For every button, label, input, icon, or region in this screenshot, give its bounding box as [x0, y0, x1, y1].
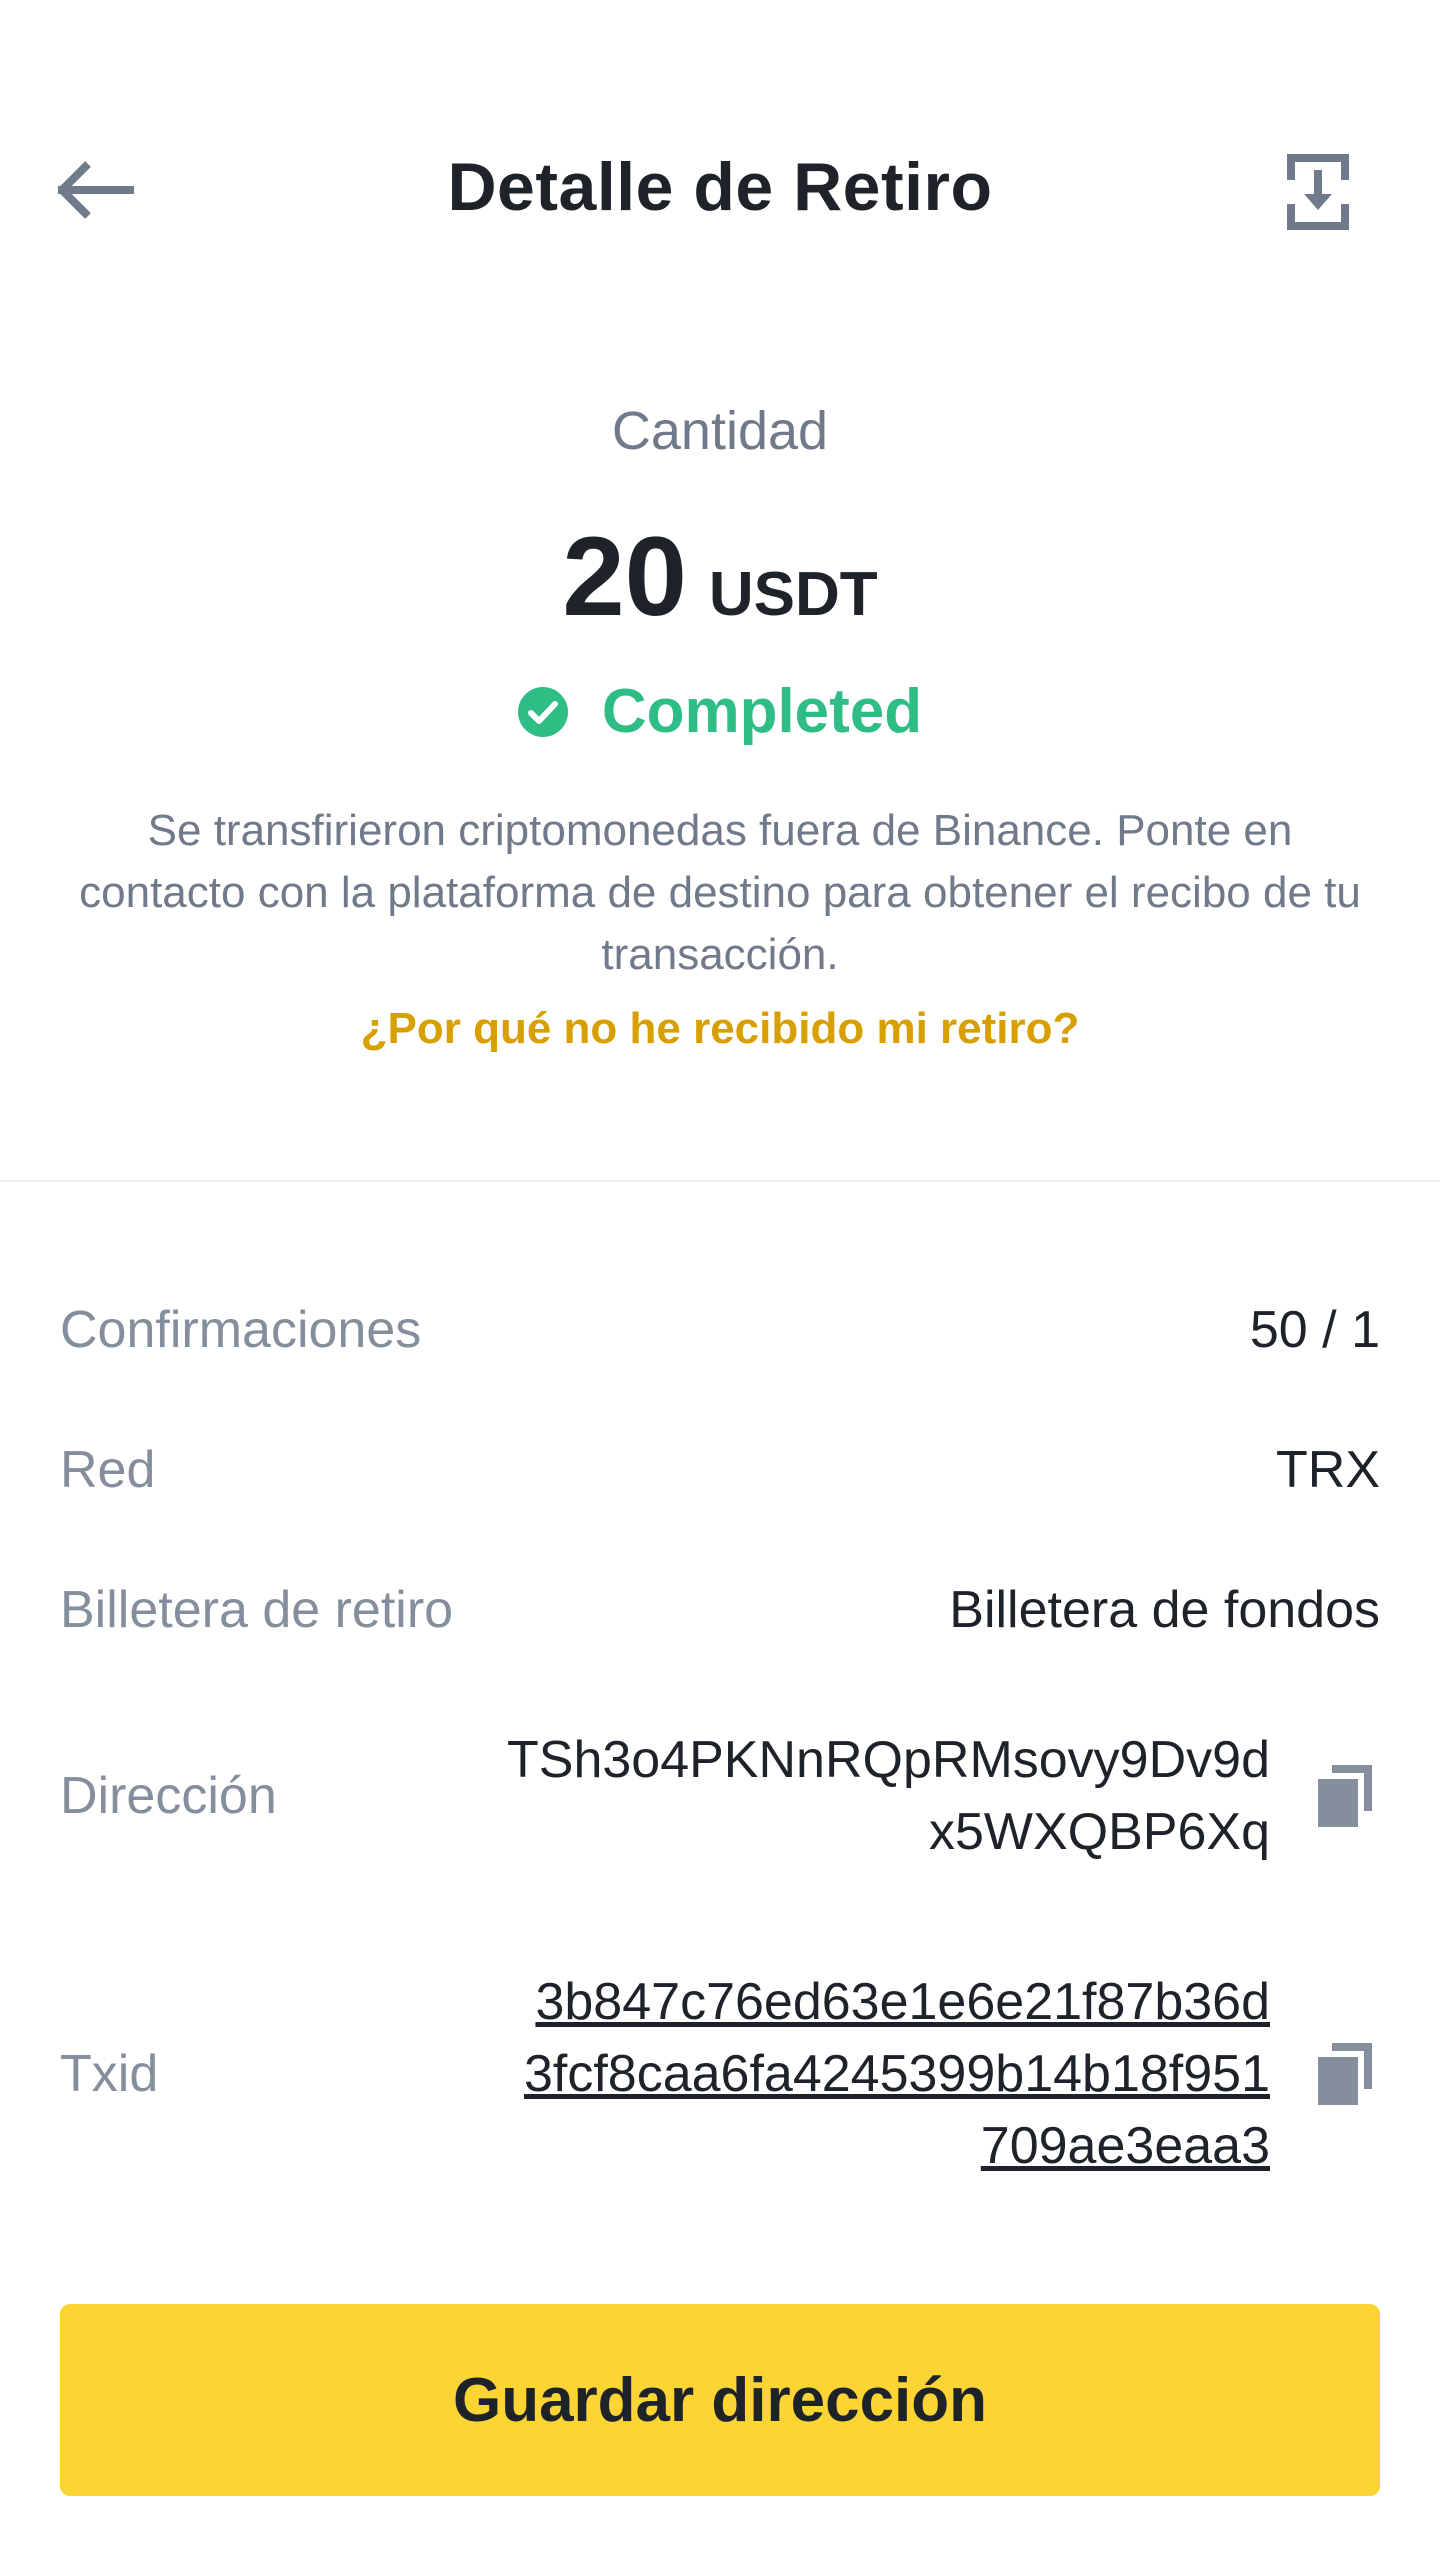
- detail-row-txid: Txid 3b847c76ed63e1e6e21f87b36d 3fcf8caa…: [60, 1966, 1380, 2182]
- confirmations-label: Confirmaciones: [60, 1301, 422, 1359]
- status-description: Se transfirieron criptomonedas fuera de …: [79, 806, 1361, 979]
- address-line: TSh3o4PKNnRQpRMsovy9Dv9d: [507, 1731, 1270, 1789]
- status-row: Completed: [0, 676, 1440, 747]
- network-value: TRX: [1276, 1441, 1380, 1499]
- save-address-button[interactable]: Guardar dirección: [60, 2304, 1380, 2496]
- page-title: Detalle de Retiro: [447, 149, 993, 225]
- address-label: Dirección: [60, 1767, 277, 1825]
- why-not-received-link[interactable]: ¿Por qué no he recibido mi retiro?: [0, 1004, 1440, 1054]
- confirmations-value: 50 / 1: [1249, 1301, 1380, 1359]
- download-button[interactable]: [1268, 142, 1368, 242]
- address-value-group: TSh3o4PKNnRQpRMsovy9Dv9d x5WXQBP6Xq: [507, 1724, 1380, 1868]
- txid-line: 709ae3eaa3: [980, 2117, 1270, 2175]
- txid-link[interactable]: 3b847c76ed63e1e6e21f87b36d 3fcf8caa6fa42…: [524, 1966, 1270, 2182]
- detail-row-wallet: Billetera de retiro Billetera de fondos: [60, 1580, 1380, 1640]
- copy-address-button[interactable]: [1310, 1761, 1380, 1831]
- header-bar: Detalle de Retiro: [0, 120, 1440, 260]
- status-text: Completed: [601, 677, 923, 746]
- amount-label: Cantidad: [611, 401, 829, 461]
- wallet-value: Billetera de fondos: [949, 1581, 1380, 1639]
- check-circle-icon: [517, 686, 568, 737]
- wallet-label: Billetera de retiro: [60, 1581, 454, 1639]
- copy-icon: [1318, 2043, 1372, 2105]
- network-label: Red: [60, 1441, 156, 1499]
- detail-row-confirmations: Confirmaciones 50 / 1: [60, 1300, 1380, 1360]
- detail-row-network: Red TRX: [60, 1440, 1380, 1500]
- txid-line: 3fcf8caa6fa4245399b14b18f951: [523, 2045, 1270, 2103]
- address-line: x5WXQBP6Xq: [928, 1803, 1270, 1861]
- detail-row-address: Dirección TSh3o4PKNnRQpRMsovy9Dv9d x5WXQ…: [60, 1724, 1380, 1868]
- amount-value: 20: [562, 514, 687, 639]
- address-value: TSh3o4PKNnRQpRMsovy9Dv9d x5WXQBP6Xq: [507, 1724, 1270, 1868]
- copy-icon: [1318, 1765, 1372, 1827]
- download-icon: [1287, 154, 1349, 230]
- divider: [0, 1180, 1440, 1182]
- amount-unit: USDT: [708, 560, 878, 629]
- txid-line: 3b847c76ed63e1e6e21f87b36d: [535, 1973, 1270, 2031]
- txid-value-group: 3b847c76ed63e1e6e21f87b36d 3fcf8caa6fa42…: [524, 1966, 1380, 2182]
- txid-label: Txid: [60, 2045, 159, 2103]
- copy-txid-button[interactable]: [1310, 2039, 1380, 2109]
- amount-display: 20 USDT: [0, 512, 1440, 641]
